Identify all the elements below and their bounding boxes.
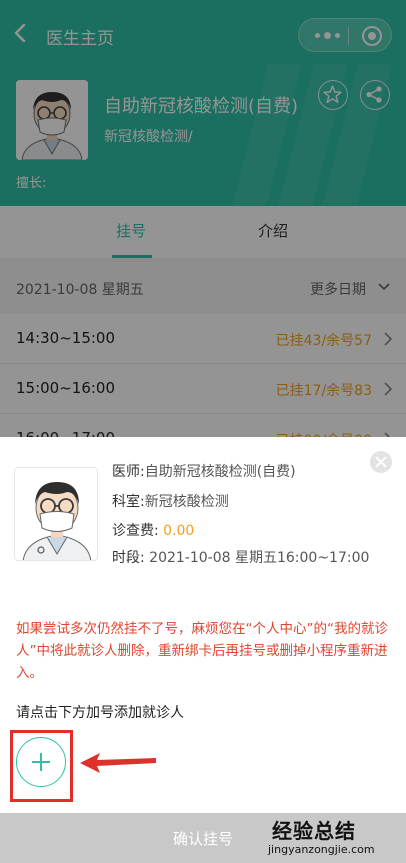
pointer-arrow-icon xyxy=(80,753,156,773)
time-label: 时段: xyxy=(112,550,145,566)
fee-value: 0.00 xyxy=(163,523,195,539)
doctor-avatar-large xyxy=(14,467,98,561)
watermark: 经验总结 jingyanzongjie.com xyxy=(268,815,402,861)
watermark-url: jingyanzongjie.com xyxy=(268,843,375,856)
doctor-info-row: 医师:自助新冠核酸检测(自费) xyxy=(112,461,296,481)
add-patient-hint: 请点击下方加号添加就诊人 xyxy=(16,705,184,721)
add-patient-button[interactable] xyxy=(16,737,66,787)
watermark-title: 经验总结 xyxy=(272,819,356,843)
time-value: 2021-10-08 星期五16:00~17:00 xyxy=(149,550,370,566)
fee-info-row: 诊查费: 0.00 xyxy=(112,520,194,540)
close-icon[interactable] xyxy=(370,451,392,473)
time-info-row: 时段: 2021-10-08 星期五16:00~17:00 xyxy=(112,547,369,567)
doctor-label: 医师: xyxy=(112,464,145,480)
booking-confirm-sheet: 医师:自助新冠核酸检测(自费) 科室:新冠核酸检测 诊查费: 0.00 时段: … xyxy=(0,437,406,863)
fee-label: 诊查费: xyxy=(112,523,159,539)
doctor-value: 自助新冠核酸检测(自费) xyxy=(144,464,296,480)
department-label: 科室: xyxy=(112,494,145,510)
department-value: 新冠核酸检测 xyxy=(144,494,229,510)
department-info-row: 科室:新冠核酸检测 xyxy=(112,491,229,511)
warning-message: 如果尝试多次仍然挂不了号，麻烦您在“个人中心”的“我的就诊人”中将此就诊人删除，… xyxy=(16,621,388,681)
modal-overlay[interactable] xyxy=(0,0,406,437)
